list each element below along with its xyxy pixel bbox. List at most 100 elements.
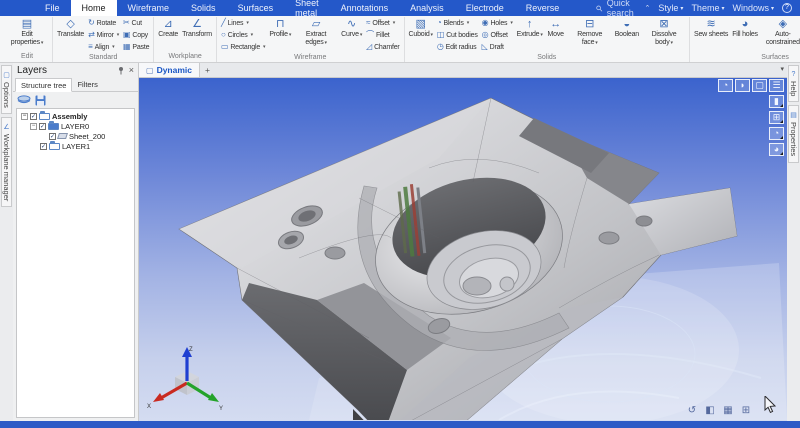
wireframe-view-icon[interactable]: ▦ <box>721 404 735 417</box>
tree-item-layer0[interactable]: −✓LAYER0 <box>17 121 134 131</box>
edit-radius-icon: ◷ <box>437 42 444 52</box>
ribbon-button-dissolve-body[interactable]: ⊠Dissolve body▾ <box>641 17 687 48</box>
menu-windows[interactable]: Windows▾ <box>732 3 774 13</box>
ribbon-button-edit-radius[interactable]: ◷Edit radius <box>435 41 480 53</box>
ribbon-tab-file[interactable]: File <box>34 0 71 16</box>
ribbon-button-rotate[interactable]: ↻Rotate <box>86 17 121 29</box>
tab-structure-tree[interactable]: Structure tree <box>15 78 72 92</box>
ribbon-button-mirror[interactable]: ⇄Mirror▾ <box>86 29 121 41</box>
tree-expander[interactable]: − <box>30 123 37 130</box>
menu-style[interactable]: Style▾ <box>658 3 683 13</box>
ribbon-button-rectangle[interactable]: ▭Rectangle▾ <box>219 41 267 53</box>
mouse-cursor <box>764 396 777 413</box>
cylinder-tool-icon[interactable]: ▮ <box>769 95 784 108</box>
view-tab-dynamic[interactable]: ▢ Dynamic <box>139 63 200 77</box>
model-3d[interactable] <box>139 78 787 420</box>
split-view-icon[interactable]: ⊞ <box>739 404 753 417</box>
ribbon-tab-home[interactable]: Home <box>71 0 117 16</box>
ribbon-tab-sheet-metal[interactable]: Sheet metal <box>284 0 330 16</box>
ribbon-group-edit: ▤Edit properties▾Edit <box>2 17 53 62</box>
ribbon-button-cuboid[interactable]: ▧Cuboid▾ <box>407 17 435 40</box>
ribbon-tab-electrode[interactable]: Electrode <box>455 0 515 16</box>
ribbon-button-extract-edges[interactable]: ▱Extract edges▾ <box>293 17 339 48</box>
view-mode-bar: ↺ ◧ ▦ ⊞ <box>685 404 753 417</box>
view-menu-icon[interactable]: ☰ <box>769 79 784 92</box>
ribbon-button-lines[interactable]: ╱Lines▾ <box>219 17 267 29</box>
panel-tab-workplane-manager[interactable]: ∠Workplane manager <box>1 117 12 207</box>
ribbon-button-create[interactable]: ⊿Create <box>156 17 180 40</box>
extrude-icon: ↑ <box>527 18 533 31</box>
ribbon-tab-analysis[interactable]: Analysis <box>399 0 455 16</box>
ribbon-group-standard: ◇Translate↻Rotate⇄Mirror▾≡Align▾✂Cut▣Cop… <box>53 17 154 62</box>
collapse-ribbon-icon[interactable]: ⌃ <box>645 4 651 12</box>
ribbon-button-holes[interactable]: ◉Holes▾ <box>480 17 515 29</box>
save-icon[interactable] <box>35 95 46 106</box>
viewports-icon[interactable]: ⊞ <box>769 111 784 124</box>
layers-panel-header: Layers × <box>13 63 138 78</box>
chevron-down-icon[interactable]: ▾ <box>780 65 784 73</box>
shaded-view-icon[interactable]: ◧ <box>703 404 717 417</box>
ribbon-tab-annotations[interactable]: Annotations <box>330 0 400 16</box>
tree-item-layer1[interactable]: ✓LAYER1 <box>17 141 134 151</box>
spin-view-icon[interactable]: ◔ <box>718 79 733 92</box>
ribbon-button-transform[interactable]: ∠Transform <box>180 17 214 40</box>
ribbon-button-align[interactable]: ≡Align▾ <box>86 41 121 53</box>
ribbon-button-offset[interactable]: ◎Offset <box>480 29 515 41</box>
tree-item-assembly[interactable]: −✓Assembly <box>17 111 134 121</box>
clip-view-icon[interactable]: ◗ <box>735 79 750 92</box>
ribbon-button-curve[interactable]: ∿Curve▾ <box>339 17 364 40</box>
ribbon-button-blends[interactable]: ◔Blends▾ <box>435 17 480 29</box>
ribbon-button-extrude[interactable]: ↑Extrude▾ <box>515 17 545 40</box>
panel-tab-options[interactable]: ▢Options <box>1 65 12 114</box>
ribbon-button-edit-properties[interactable]: ▤Edit properties▾ <box>4 17 50 48</box>
rotate-view-icon[interactable]: ◔ <box>769 127 784 140</box>
chevron-down-icon: ▾ <box>540 32 542 38</box>
tree-item-sheet-200[interactable]: ✓Sheet_200 <box>17 131 134 141</box>
cut-bodies-icon: ◫ <box>437 30 444 40</box>
tab-filters[interactable]: Filters <box>72 78 102 91</box>
ribbon-button-draft[interactable]: ◺Draft <box>480 41 515 53</box>
layers-icon[interactable] <box>17 95 31 106</box>
ribbon-button-move[interactable]: ↔Move <box>545 17 567 40</box>
close-icon[interactable]: × <box>129 66 134 75</box>
structure-tree: −✓Assembly−✓LAYER0✓Sheet_200✓LAYER1 <box>16 108 135 418</box>
window-view-icon[interactable]: ▢ <box>752 79 767 92</box>
ribbon-tab-surfaces[interactable]: Surfaces <box>227 0 285 16</box>
3d-viewport[interactable]: Z X Y ◔◗▢☰ ▮⊞◔◕ ↺◧▦⊞ <box>139 78 787 421</box>
ribbon-button-chamfer[interactable]: ◿Chamfer <box>364 41 401 53</box>
edit-properties-icon: ▤ <box>22 18 32 31</box>
ribbon-tab-solids[interactable]: Solids <box>180 0 227 16</box>
ribbon-button-profile[interactable]: ⊓Profile▾ <box>267 17 293 40</box>
help-icon[interactable]: ? <box>782 3 792 13</box>
ribbon-button-boolean[interactable]: ◒Boolean <box>613 17 641 40</box>
panel-tab-properties[interactable]: ▤Properties <box>788 105 799 162</box>
ribbon-button-remove-face[interactable]: ⊟Remove face▾ <box>567 17 613 48</box>
ribbon-button-fill-holes[interactable]: ◕Fill holes <box>730 17 760 40</box>
ribbon-button-cut[interactable]: ✂Cut <box>121 17 151 29</box>
orbit-mode-icon[interactable]: ↺ <box>685 404 699 417</box>
menu-theme[interactable]: Theme▾ <box>691 3 724 13</box>
ribbon-button-copy[interactable]: ▣Copy <box>121 29 151 41</box>
ribbon-button-fillet[interactable]: ⌒Fillet <box>364 29 401 41</box>
new-view-button[interactable]: + <box>200 63 215 77</box>
ribbon-button-paste[interactable]: ▦Paste <box>121 41 151 53</box>
ribbon-tab-reverse[interactable]: Reverse <box>515 0 571 16</box>
ribbon-button-cut-bodies[interactable]: ◫Cut bodies <box>435 29 480 41</box>
pin-icon[interactable] <box>117 66 125 75</box>
checkbox-checked[interactable]: ✓ <box>40 143 47 150</box>
menu-label: Theme <box>691 3 719 13</box>
panel-tab-help[interactable]: ?Help <box>788 65 799 102</box>
ribbon-button-auto-constrained[interactable]: ◈Auto-constrained <box>760 17 800 48</box>
quick-search[interactable]: Quick search <box>596 0 644 16</box>
ribbon-button-translate[interactable]: ◇Translate <box>55 17 86 40</box>
checkbox-checked[interactable]: ✓ <box>49 133 56 140</box>
ribbon-button-circles[interactable]: ○Circles▾ <box>219 29 267 41</box>
ribbon-tab-wireframe[interactable]: Wireframe <box>117 0 181 16</box>
checkbox-checked[interactable]: ✓ <box>30 113 37 120</box>
folder-icon <box>39 113 50 120</box>
checkbox-checked[interactable]: ✓ <box>39 123 46 130</box>
ribbon-button-sew-sheets[interactable]: ≋Sew sheets <box>692 17 730 40</box>
orbit-view-icon[interactable]: ◕ <box>769 143 784 156</box>
tree-expander[interactable]: − <box>21 113 28 120</box>
ribbon-button-offset[interactable]: ≈Offset▾ <box>364 17 401 29</box>
